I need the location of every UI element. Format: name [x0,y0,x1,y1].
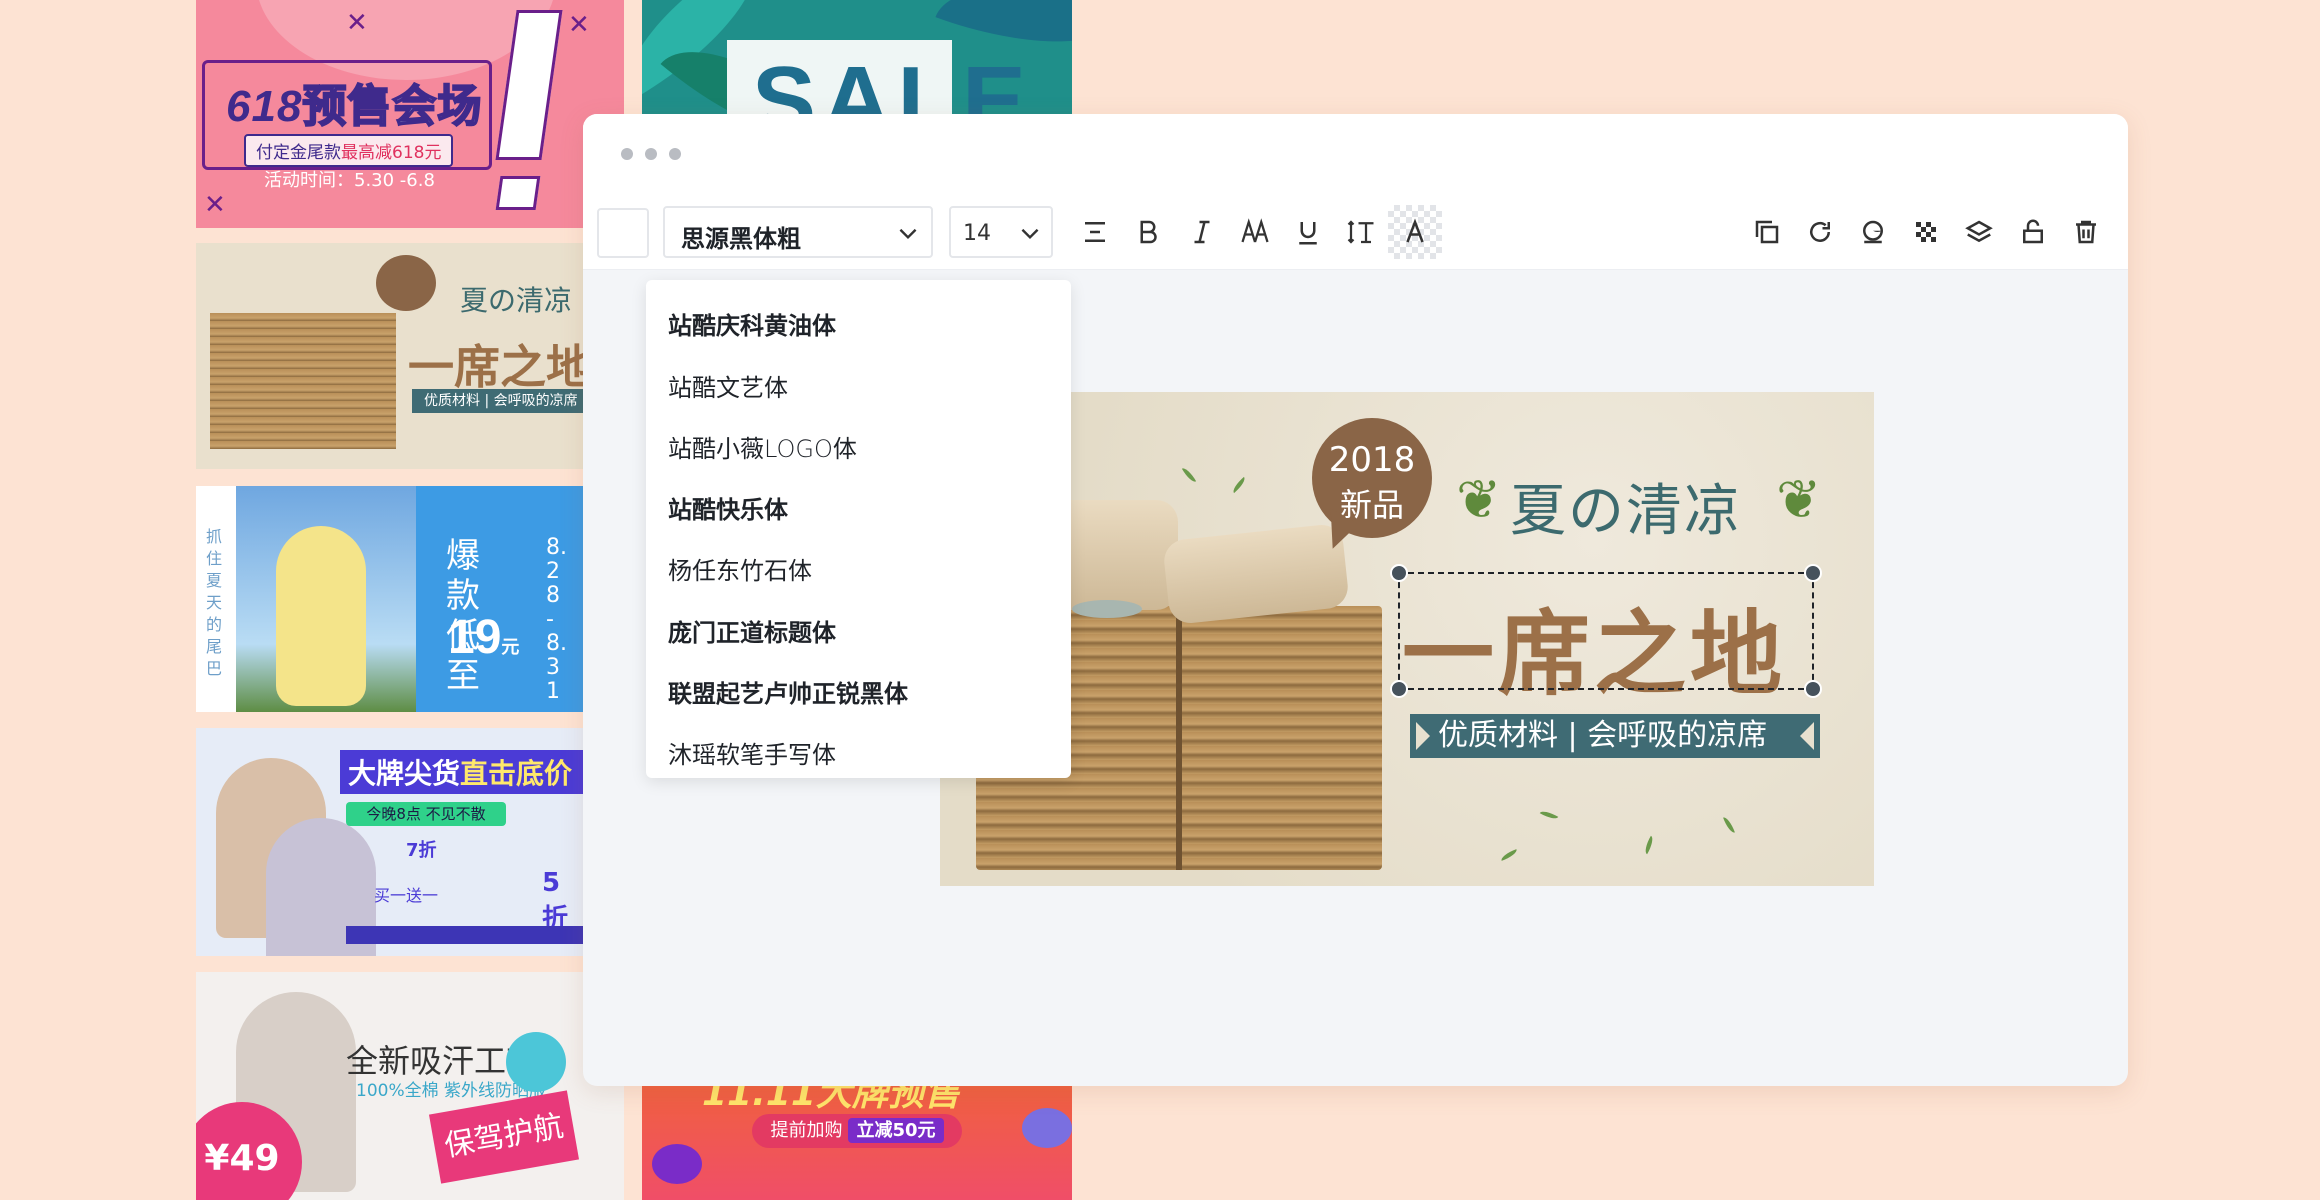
letter-spacing-icon[interactable] [1235,212,1275,252]
thumb-purple-chip: 今晚8点 不见不散 [346,802,506,826]
banner-title: 夏の清凉 [1510,479,1742,544]
window-dot[interactable] [669,148,681,160]
resize-handle-top-right[interactable] [1804,564,1822,582]
text-editor-window: 思源黑体粗 14 2018 新品 ❦ 夏の清凉 ❦ 一席之地 优质材料 | 会呼… [583,114,2128,1086]
thumb-618-date: 活动时间：5.30 -6.8 [264,170,435,191]
font-option[interactable]: 站酷文艺体 [668,368,788,402]
thumb-bright-dates: 8.28-8.31 [546,535,567,704]
thumb-bright-vertical: 抓住夏天的尾巴 [206,527,223,678]
transparency-icon[interactable] [1906,212,1946,252]
banner-tagline-strip: 优质材料 | 会呼吸的凉席 [1410,714,1820,758]
delete-icon[interactable] [2066,212,2106,252]
thumb-bright-price: 19元 [448,611,520,664]
new-2018-badge: 2018 新品 [1312,418,1432,554]
font-option[interactable]: 庞门正道标题体 [668,613,836,647]
thumbnail-618-presale[interactable]: ✕ ✕ ✕ 618预售会场 付定金尾款最高减618元 活动时间：5.30 -6.… [196,0,624,228]
thumb-purple-buy: 买一送一 [374,886,439,905]
thumb-summer-pink: 保驾护航 [428,1090,580,1184]
arrow-left-icon [1800,722,1814,750]
text-selection-box[interactable] [1390,564,1822,698]
thumb-618-pill: 付定金尾款最高减618元 [244,134,454,167]
thumb-purple-discount1: 7折 [406,840,437,861]
wreath-left-icon: ❦ [1456,468,1502,531]
resize-handle-bottom-left[interactable] [1390,680,1408,698]
wreath-right-icon: ❦ [1776,468,1822,531]
text-color-swatch[interactable] [597,208,649,258]
thumbnail-summer-tail[interactable]: 抓住夏天的尾巴 爆款低至 19元 8.28-8.31 [196,486,584,712]
thumb-purple-discount2: 5折 [542,868,569,934]
banner-tagline: 优质材料 | 会呼吸的凉席 [1438,718,1768,753]
window-dot[interactable] [621,148,633,160]
thumb-618-title: 618预售会场 [226,81,483,132]
sparkle-icon: ✕ [346,8,368,38]
layers-icon[interactable] [1959,212,1999,252]
canvas-banner: 2018 新品 ❦ 夏の清凉 ❦ 一席之地 优质材料 | 会呼吸的凉席 [940,392,1874,886]
thumb-orange-button: 提前加购 立减50元 [752,1114,962,1148]
thumbnail-mat-banner[interactable]: 夏の清凉 一席之地 优质材料 | 会呼吸的凉席 [196,243,624,469]
resize-handle-top-left[interactable] [1390,564,1408,582]
thumb-mat-title: 夏の清凉 [460,284,573,317]
copy-icon[interactable] [1747,212,1787,252]
thumb-sale-word: SALE [752,47,1033,120]
chevron-down-icon [895,220,921,246]
align-icon[interactable] [1075,212,1115,252]
lock-icon[interactable] [2013,212,2053,252]
badge-year: 2018 [1328,440,1416,480]
font-family-dropdown: 站酷庆科黄油体 站酷文艺体 站酷小薇LOGO体 站酷快乐体 杨任东竹石体 庞门正… [646,280,1071,778]
font-option[interactable]: 联盟起艺卢帅正锐黑体 [668,674,908,708]
font-option[interactable]: 沐瑶软笔手写体 [668,735,836,769]
line-height-icon[interactable] [1341,212,1381,252]
italic-icon[interactable] [1182,212,1222,252]
thumb-mat-main: 一席之地 [408,340,592,394]
thumbnail-brand-deals[interactable]: 大牌尖货直击底价 今晚8点 不见不散 7折 5折 买一送一 [196,728,584,956]
font-option[interactable]: 站酷快乐体 [668,490,788,524]
badge-text: 新品 [1339,486,1404,524]
text-background-icon[interactable] [1388,205,1442,259]
mask-icon[interactable] [1853,212,1893,252]
font-option[interactable]: 站酷小薇LOGO体 [668,429,857,463]
redo-icon[interactable] [1800,212,1840,252]
font-option[interactable]: 杨任东竹石体 [668,551,812,585]
window-dot[interactable] [645,148,657,160]
thumb-purple-band: 大牌尖货直击底价 [340,750,584,794]
font-size-select[interactable]: 14 [949,206,1053,258]
sparkle-icon: ✕ [204,190,226,220]
window-titlebar [583,114,2128,170]
underline-icon[interactable] [1288,212,1328,252]
resize-handle-bottom-right[interactable] [1804,680,1822,698]
bold-icon[interactable] [1128,212,1168,252]
font-option[interactable]: 站酷庆科黄油体 [668,306,836,340]
font-family-select[interactable]: 思源黑体粗 [663,206,933,258]
teapot-image [1072,600,1142,618]
thumbnail-sale[interactable]: SALE [642,0,1072,120]
sparkle-icon: ✕ [568,10,590,40]
thumb-summer-badge [506,1032,566,1092]
arrow-right-icon [1416,722,1430,750]
font-family-value: 思源黑体粗 [681,225,801,253]
chevron-down-icon [1017,220,1043,246]
font-size-value: 14 [963,221,991,246]
thumbnail-sun-protection[interactable]: 全新吸汗工艺 100%全棉 紫外线防晒服 ¥49 保驾护航 [196,972,624,1200]
